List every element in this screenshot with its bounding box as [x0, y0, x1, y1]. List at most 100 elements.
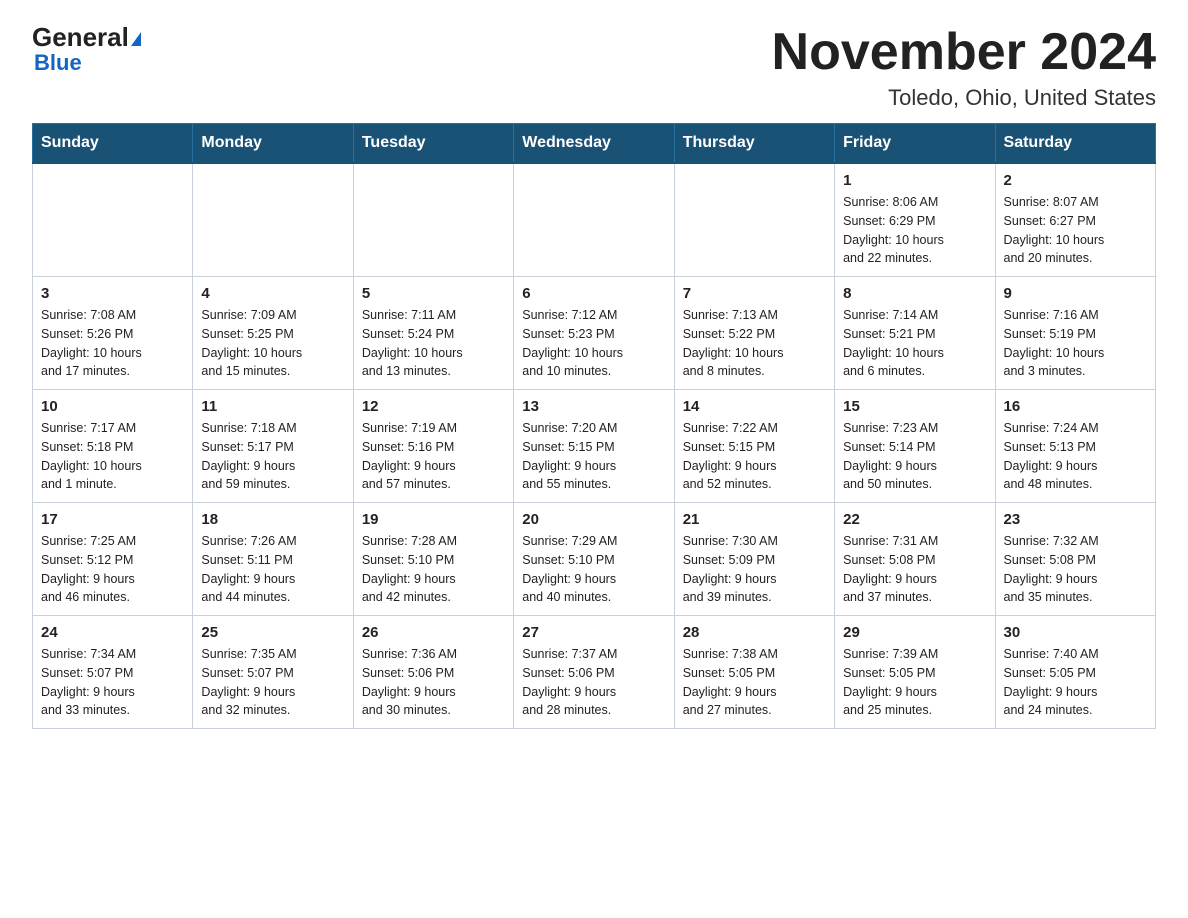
day-number: 24 — [41, 624, 184, 641]
calendar-week-row: 17 Sunrise: 7:25 AM Sunset: 5:12 PM Dayli… — [33, 503, 1156, 616]
col-header-wednesday: Wednesday — [514, 124, 674, 164]
day-info: Sunrise: 7:31 AM Sunset: 5:08 PM Dayligh… — [843, 532, 986, 607]
day-number: 21 — [683, 511, 826, 528]
calendar-cell: 9 Sunrise: 7:16 AM Sunset: 5:19 PM Daylig… — [995, 277, 1155, 390]
calendar-cell: 22 Sunrise: 7:31 AM Sunset: 5:08 PM Dayli… — [835, 503, 995, 616]
day-number: 12 — [362, 398, 505, 415]
day-info: Sunrise: 7:24 AM Sunset: 5:13 PM Dayligh… — [1004, 419, 1147, 494]
day-number: 7 — [683, 285, 826, 302]
calendar-cell — [674, 163, 834, 277]
day-info: Sunrise: 7:32 AM Sunset: 5:08 PM Dayligh… — [1004, 532, 1147, 607]
calendar-cell: 8 Sunrise: 7:14 AM Sunset: 5:21 PM Daylig… — [835, 277, 995, 390]
calendar-cell: 4 Sunrise: 7:09 AM Sunset: 5:25 PM Daylig… — [193, 277, 353, 390]
calendar-table: SundayMondayTuesdayWednesdayThursdayFrid… — [32, 123, 1156, 729]
calendar-cell: 28Sunrise: 7:38 AM Sunset: 5:05 PM Dayli… — [674, 616, 834, 729]
calendar-cell: 12 Sunrise: 7:19 AM Sunset: 5:16 PM Dayli… — [353, 390, 513, 503]
calendar-cell: 7 Sunrise: 7:13 AM Sunset: 5:22 PM Daylig… — [674, 277, 834, 390]
day-info: Sunrise: 7:39 AM Sunset: 5:05 PM Dayligh… — [843, 645, 986, 720]
calendar-cell: 18Sunrise: 7:26 AM Sunset: 5:11 PM Dayli… — [193, 503, 353, 616]
calendar-cell: 26 Sunrise: 7:36 AM Sunset: 5:06 PM Dayli… — [353, 616, 513, 729]
day-info: Sunrise: 8:06 AM Sunset: 6:29 PM Dayligh… — [843, 193, 986, 268]
day-number: 4 — [201, 285, 344, 302]
day-info: Sunrise: 7:16 AM Sunset: 5:19 PM Dayligh… — [1004, 306, 1147, 381]
col-header-monday: Monday — [193, 124, 353, 164]
day-info: Sunrise: 7:13 AM Sunset: 5:22 PM Dayligh… — [683, 306, 826, 381]
day-number: 19 — [362, 511, 505, 528]
day-info: Sunrise: 7:08 AM Sunset: 5:26 PM Dayligh… — [41, 306, 184, 381]
calendar-cell: 30Sunrise: 7:40 AM Sunset: 5:05 PM Dayli… — [995, 616, 1155, 729]
calendar-cell: 3 Sunrise: 7:08 AM Sunset: 5:26 PM Daylig… — [33, 277, 193, 390]
logo: General Blue — [32, 24, 141, 76]
calendar-cell: 23 Sunrise: 7:32 AM Sunset: 5:08 PM Dayli… — [995, 503, 1155, 616]
calendar-cell: 20 Sunrise: 7:29 AM Sunset: 5:10 PM Dayli… — [514, 503, 674, 616]
logo-triangle-icon — [131, 32, 141, 46]
day-number: 14 — [683, 398, 826, 415]
col-header-saturday: Saturday — [995, 124, 1155, 164]
calendar-week-row: 1 Sunrise: 8:06 AM Sunset: 6:29 PM Daylig… — [33, 163, 1156, 277]
calendar-cell: 25Sunrise: 7:35 AM Sunset: 5:07 PM Dayli… — [193, 616, 353, 729]
day-number: 27 — [522, 624, 665, 641]
day-info: Sunrise: 7:37 AM Sunset: 5:06 PM Dayligh… — [522, 645, 665, 720]
day-info: Sunrise: 7:28 AM Sunset: 5:10 PM Dayligh… — [362, 532, 505, 607]
title-block: November 2024 Toledo, Ohio, United State… — [772, 24, 1156, 111]
day-number: 22 — [843, 511, 986, 528]
page-header: General Blue November 2024 Toledo, Ohio,… — [32, 24, 1156, 111]
calendar-cell: 14 Sunrise: 7:22 AM Sunset: 5:15 PM Dayli… — [674, 390, 834, 503]
day-info: Sunrise: 7:23 AM Sunset: 5:14 PM Dayligh… — [843, 419, 986, 494]
day-number: 28 — [683, 624, 826, 641]
day-info: Sunrise: 7:18 AM Sunset: 5:17 PM Dayligh… — [201, 419, 344, 494]
day-info: Sunrise: 7:34 AM Sunset: 5:07 PM Dayligh… — [41, 645, 184, 720]
day-number: 1 — [843, 172, 986, 189]
day-info: Sunrise: 7:22 AM Sunset: 5:15 PM Dayligh… — [683, 419, 826, 494]
day-number: 10 — [41, 398, 184, 415]
day-number: 8 — [843, 285, 986, 302]
calendar-cell: 5Sunrise: 7:11 AM Sunset: 5:24 PM Daylig… — [353, 277, 513, 390]
day-number: 3 — [41, 285, 184, 302]
day-info: Sunrise: 7:26 AM Sunset: 5:11 PM Dayligh… — [201, 532, 344, 607]
day-number: 11 — [201, 398, 344, 415]
calendar-cell — [33, 163, 193, 277]
day-number: 9 — [1004, 285, 1147, 302]
calendar-cell: 6 Sunrise: 7:12 AM Sunset: 5:23 PM Daylig… — [514, 277, 674, 390]
day-info: Sunrise: 7:09 AM Sunset: 5:25 PM Dayligh… — [201, 306, 344, 381]
calendar-cell: 10 Sunrise: 7:17 AM Sunset: 5:18 PM Dayli… — [33, 390, 193, 503]
calendar-cell: 2Sunrise: 8:07 AM Sunset: 6:27 PM Daylig… — [995, 163, 1155, 277]
calendar-cell: 29Sunrise: 7:39 AM Sunset: 5:05 PM Dayli… — [835, 616, 995, 729]
day-info: Sunrise: 7:17 AM Sunset: 5:18 PM Dayligh… — [41, 419, 184, 494]
day-info: Sunrise: 7:36 AM Sunset: 5:06 PM Dayligh… — [362, 645, 505, 720]
col-header-thursday: Thursday — [674, 124, 834, 164]
day-info: Sunrise: 7:25 AM Sunset: 5:12 PM Dayligh… — [41, 532, 184, 607]
calendar-cell: 16 Sunrise: 7:24 AM Sunset: 5:13 PM Dayli… — [995, 390, 1155, 503]
calendar-cell: 13 Sunrise: 7:20 AM Sunset: 5:15 PM Dayli… — [514, 390, 674, 503]
day-info: Sunrise: 7:14 AM Sunset: 5:21 PM Dayligh… — [843, 306, 986, 381]
day-info: Sunrise: 7:20 AM Sunset: 5:15 PM Dayligh… — [522, 419, 665, 494]
col-header-sunday: Sunday — [33, 124, 193, 164]
day-info: Sunrise: 8:07 AM Sunset: 6:27 PM Dayligh… — [1004, 193, 1147, 268]
day-number: 13 — [522, 398, 665, 415]
calendar-week-row: 24 Sunrise: 7:34 AM Sunset: 5:07 PM Dayli… — [33, 616, 1156, 729]
day-number: 20 — [522, 511, 665, 528]
calendar-week-row: 3 Sunrise: 7:08 AM Sunset: 5:26 PM Daylig… — [33, 277, 1156, 390]
calendar-cell: 15 Sunrise: 7:23 AM Sunset: 5:14 PM Dayli… — [835, 390, 995, 503]
day-number: 25 — [201, 624, 344, 641]
day-number: 26 — [362, 624, 505, 641]
calendar-week-row: 10 Sunrise: 7:17 AM Sunset: 5:18 PM Dayli… — [33, 390, 1156, 503]
day-number: 30 — [1004, 624, 1147, 641]
calendar-cell — [193, 163, 353, 277]
day-info: Sunrise: 7:12 AM Sunset: 5:23 PM Dayligh… — [522, 306, 665, 381]
day-number: 23 — [1004, 511, 1147, 528]
logo-general-text: General — [32, 24, 141, 50]
day-number: 6 — [522, 285, 665, 302]
day-number: 16 — [1004, 398, 1147, 415]
day-number: 17 — [41, 511, 184, 528]
day-number: 15 — [843, 398, 986, 415]
day-info: Sunrise: 7:30 AM Sunset: 5:09 PM Dayligh… — [683, 532, 826, 607]
calendar-cell: 21 Sunrise: 7:30 AM Sunset: 5:09 PM Dayli… — [674, 503, 834, 616]
month-title: November 2024 — [772, 24, 1156, 81]
day-info: Sunrise: 7:19 AM Sunset: 5:16 PM Dayligh… — [362, 419, 505, 494]
calendar-header-row: SundayMondayTuesdayWednesdayThursdayFrid… — [33, 124, 1156, 164]
calendar-cell: 19 Sunrise: 7:28 AM Sunset: 5:10 PM Dayli… — [353, 503, 513, 616]
calendar-cell: 11 Sunrise: 7:18 AM Sunset: 5:17 PM Dayli… — [193, 390, 353, 503]
logo-blue-text: Blue — [34, 50, 82, 76]
day-info: Sunrise: 7:29 AM Sunset: 5:10 PM Dayligh… — [522, 532, 665, 607]
